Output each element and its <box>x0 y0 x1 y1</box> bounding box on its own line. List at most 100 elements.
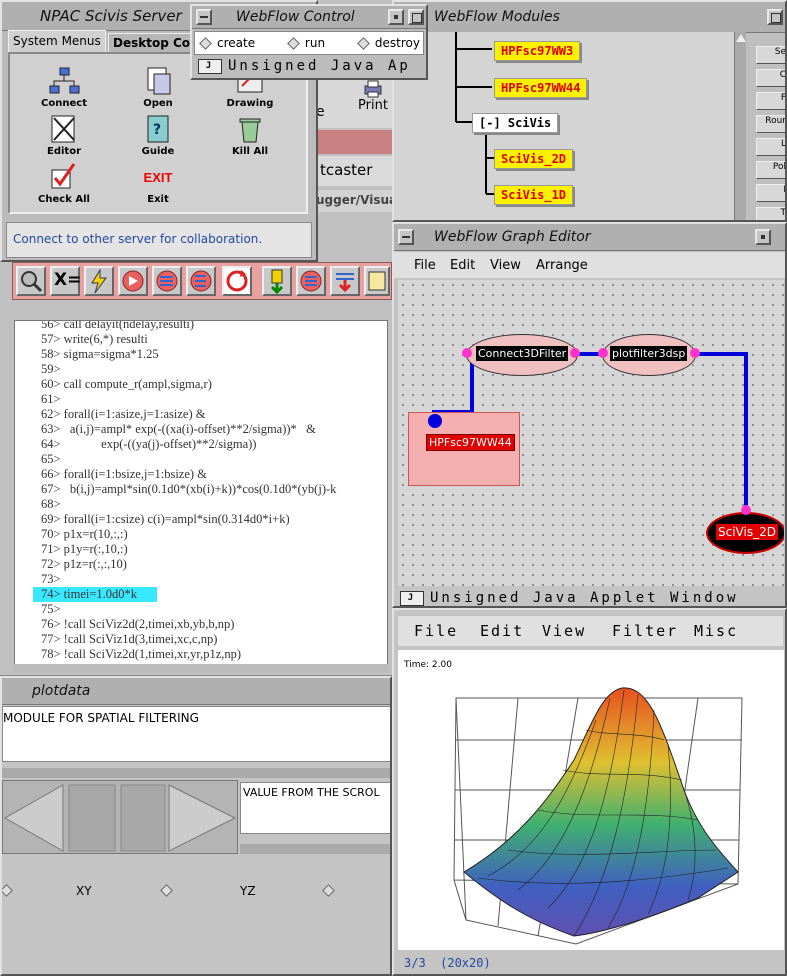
code-line: 76> !call SciViz2d(2,timei,xb,yb,b,np) <box>41 617 235 631</box>
control-maximize-button[interactable] <box>408 9 424 25</box>
graph-editor-titlebar[interactable]: WebFlow Graph Editor <box>394 224 785 251</box>
control-options: create run destroy <box>194 31 424 55</box>
port[interactable] <box>598 348 608 358</box>
module-text-area[interactable]: MODULE FOR SPATIAL FILTERING <box>2 706 390 762</box>
note-button[interactable] <box>364 266 390 296</box>
side-button[interactable]: T <box>756 207 785 220</box>
graph-editor-title: WebFlow Graph Editor <box>434 229 591 245</box>
module-scivis-2d[interactable]: SciVis_2D <box>494 149 574 169</box>
left-arrow-button[interactable] <box>4 784 64 850</box>
option-run[interactable]: run <box>287 36 325 50</box>
scroll-value-text: VALUE FROM THE SCROL <box>243 786 380 799</box>
webflow-control-titlebar[interactable]: WebFlow Control <box>192 6 426 29</box>
right-arrow-button[interactable] <box>168 784 234 850</box>
module-scivis-1d[interactable]: SciVis_1D <box>494 185 574 205</box>
magnifier-button[interactable] <box>16 266 46 296</box>
step-out-button[interactable] <box>186 266 216 296</box>
applet-warning-text: Unsigned Java Applet Window <box>430 590 739 606</box>
axis-yz-label: YZ <box>240 884 256 898</box>
module-hpfsc97ww44[interactable]: HPFsc97WW44 <box>494 78 588 98</box>
radio-icon[interactable] <box>322 884 335 897</box>
plotdata-hscroll[interactable] <box>2 768 390 778</box>
group-label: [-] SciVis <box>479 116 552 130</box>
code-line: 71> p1y=r(:,10,:) <box>41 542 128 556</box>
server-icon-exit[interactable]: EXIT Exit <box>112 162 204 208</box>
side-button[interactable]: Rour <box>756 115 785 133</box>
menu-edit[interactable]: Edit <box>480 622 524 640</box>
menu-view[interactable]: View <box>542 622 586 640</box>
code-scrollbar[interactable] <box>14 664 388 672</box>
run-button[interactable] <box>84 266 114 296</box>
modules-maximize-button[interactable] <box>767 9 783 25</box>
webflow-modules-titlebar[interactable]: WebFlow Modules <box>394 2 785 33</box>
plot-status-text: 3/3 (20x20) <box>404 956 491 970</box>
port[interactable] <box>690 348 700 358</box>
port[interactable] <box>570 348 580 358</box>
scroll-value-area[interactable]: VALUE FROM THE SCROL <box>240 782 390 834</box>
option-create[interactable]: create <box>199 36 255 50</box>
menu-arrange[interactable]: Arrange <box>536 258 588 273</box>
x-equals-button[interactable]: X= <box>50 266 81 296</box>
menu-filter[interactable]: Filter <box>612 622 678 640</box>
node-label: plotfilter3dsp <box>610 346 688 361</box>
code-area[interactable]: 56> call delayit(ndelay,resulti) 57> writ… <box>14 320 388 670</box>
menu-icon <box>200 16 208 18</box>
caster-tab[interactable]: tcaster <box>310 156 392 186</box>
scroll-up-icon[interactable] <box>735 34 746 42</box>
plotdata-title: plotdata <box>32 683 91 699</box>
menu-misc[interactable]: Misc <box>694 622 738 640</box>
stack-button[interactable] <box>330 266 360 296</box>
step-button[interactable] <box>118 266 148 296</box>
graph-canvas[interactable]: Connect3DFilter plotfilter3dsp HPFsc97WW… <box>398 280 784 586</box>
server-status-bar: Connect to other server for collaboratio… <box>6 222 312 258</box>
server-icon-label: Drawing <box>226 98 274 109</box>
port[interactable] <box>428 414 442 428</box>
restart-button[interactable] <box>222 266 252 296</box>
port[interactable] <box>741 505 751 515</box>
server-icon-label: Editor <box>47 146 81 157</box>
control-minimize-button[interactable] <box>388 9 404 25</box>
plotdata-titlebar[interactable]: plotdata <box>2 678 390 705</box>
side-button[interactable]: I <box>756 184 785 202</box>
port[interactable] <box>462 348 472 358</box>
modules-scrollbar[interactable] <box>734 32 746 220</box>
value-hscroll[interactable] <box>240 844 390 854</box>
svg-text:?: ? <box>153 122 161 138</box>
graph-menu-button[interactable] <box>398 229 414 245</box>
graph-minimize-button[interactable] <box>755 229 771 245</box>
menu-file[interactable]: File <box>414 622 458 640</box>
module-hpfsc97ww3[interactable]: HPFsc97WW3 <box>494 41 581 61</box>
radio-icon[interactable] <box>2 884 13 897</box>
menu-view[interactable]: View <box>490 258 521 273</box>
step-out-icon <box>190 270 212 292</box>
code-line: 67> b(i,j)=ampl*sin(0.1d0*(xb(i)+k))*cos… <box>41 482 337 496</box>
server-icon-connect[interactable]: Connect <box>18 66 110 112</box>
debugger-tab[interactable]: ugger/Visual <box>310 190 392 212</box>
side-button[interactable]: Se <box>756 46 785 64</box>
side-button[interactable]: F <box>756 92 785 110</box>
radio-icon[interactable] <box>160 884 173 897</box>
breakpoint-button[interactable] <box>262 266 292 296</box>
server-icon-check-all[interactable]: Check All <box>18 162 110 208</box>
server-icon-label: Open <box>143 98 173 109</box>
menu-edit[interactable]: Edit <box>450 258 475 273</box>
restart-icon <box>226 270 248 292</box>
menu-file[interactable]: File <box>414 258 436 273</box>
option-destroy[interactable]: destroy <box>357 36 420 50</box>
scivis-group[interactable]: [-] SciVis <box>472 113 559 133</box>
node-label-text: plotfilter3dsp <box>612 347 686 360</box>
magnifier-icon <box>21 271 43 293</box>
print-button[interactable]: Print <box>356 80 390 124</box>
step-over-button[interactable] <box>152 266 182 296</box>
server-icon-guide[interactable]: ? Guide <box>112 114 204 160</box>
tab-desktop-control[interactable]: Desktop Cont <box>108 33 198 53</box>
server-icon-editor[interactable]: Editor <box>18 114 110 160</box>
watch-button[interactable] <box>296 266 326 296</box>
node-label-text: Connect3DFilter <box>478 347 567 360</box>
side-button[interactable]: L <box>756 138 785 156</box>
server-icon-kill-all[interactable]: Kill All <box>204 114 296 160</box>
side-button[interactable]: Pol <box>756 161 785 179</box>
control-menu-button[interactable] <box>196 9 212 25</box>
side-button[interactable]: C <box>756 69 785 87</box>
tab-system-menus[interactable]: System Menus <box>8 30 106 52</box>
